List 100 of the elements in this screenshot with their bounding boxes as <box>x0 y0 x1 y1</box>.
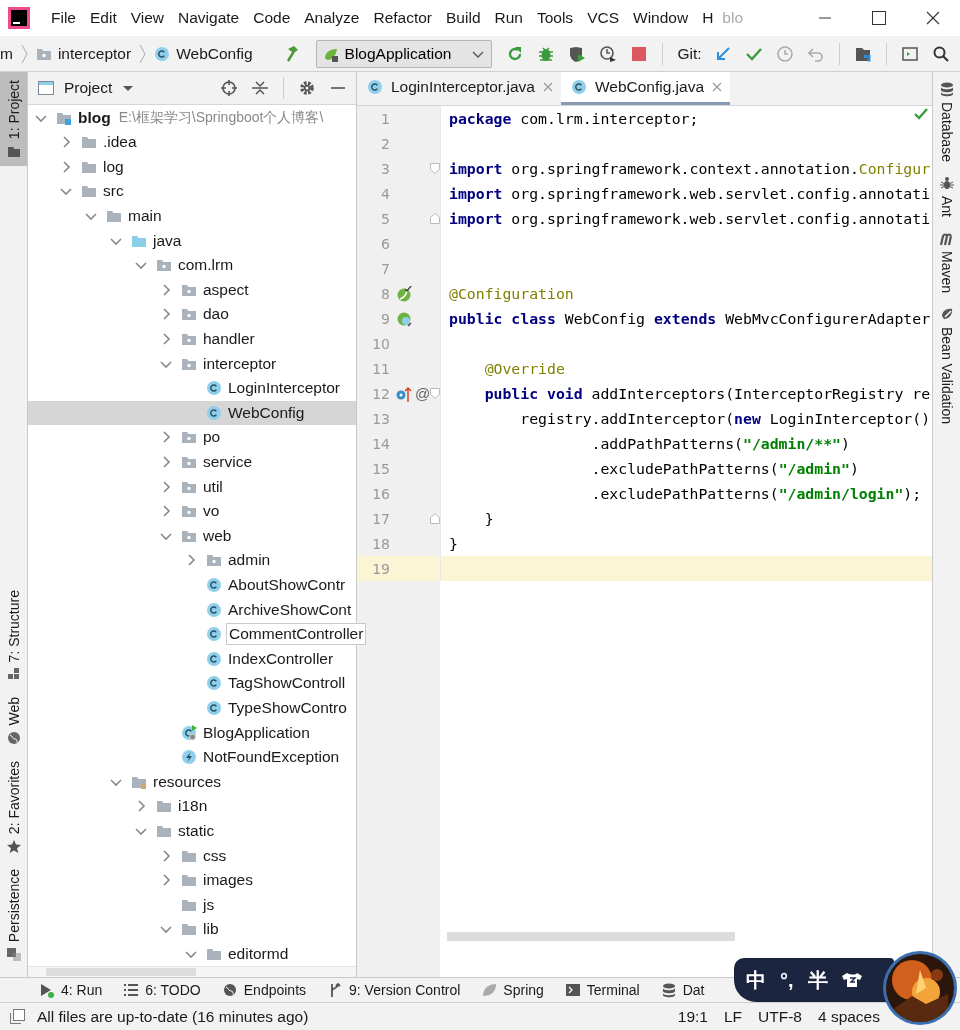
tool-window-button[interactable]: 6: TODO <box>124 982 201 998</box>
tree-item[interactable]: NotFoundException <box>28 744 356 770</box>
tree-item[interactable]: lib <box>28 917 356 942</box>
menu-item[interactable]: Run <box>487 9 530 27</box>
status-item[interactable]: LF <box>723 1007 743 1026</box>
square-icon[interactable] <box>10 1009 25 1024</box>
run-config-dropdown[interactable]: BlogApplication <box>315 39 492 68</box>
breadcrumb[interactable]: interceptor <box>29 44 138 63</box>
tree-item[interactable]: TypeShowContro <box>28 695 356 721</box>
fold-marker-icon[interactable] <box>430 213 440 224</box>
close-icon[interactable] <box>542 82 553 92</box>
hammer-icon[interactable] <box>284 44 301 63</box>
ime-button[interactable]: 中 <box>746 966 766 994</box>
ime-button[interactable]: °, <box>780 968 794 992</box>
close-icon[interactable] <box>712 82 723 92</box>
menu-item[interactable]: Analyze <box>297 9 367 27</box>
tree-item[interactable]: AboutShowContr <box>28 572 356 598</box>
folder-icon[interactable] <box>854 45 871 62</box>
scrollbar-thumb[interactable] <box>447 932 735 941</box>
tree-item[interactable]: js <box>28 892 356 917</box>
tool-window-tab[interactable]: Persistence <box>0 860 27 969</box>
status-item[interactable]: UTF-8 <box>758 1007 802 1026</box>
tree-item[interactable]: log <box>28 154 356 180</box>
status-item[interactable]: 4 spaces <box>817 1007 880 1026</box>
status-item[interactable]: 19:1 <box>677 1007 708 1026</box>
menu-item[interactable]: VCS <box>580 9 626 27</box>
tree-item[interactable]: resources <box>28 769 356 795</box>
tree-item[interactable]: static <box>28 818 356 844</box>
tree-item[interactable]: aspect <box>28 277 356 303</box>
tree-item[interactable]: java <box>28 228 356 253</box>
tree-item[interactable]: dao <box>28 302 356 327</box>
collapse-icon[interactable] <box>252 80 268 97</box>
tree-item[interactable]: BlogApplication <box>28 720 356 745</box>
tree-item[interactable]: images <box>28 867 356 893</box>
menu-item[interactable]: H <box>695 9 721 27</box>
tool-window-tab[interactable]: Web <box>0 689 27 753</box>
shirt-icon[interactable] <box>841 972 862 988</box>
menu-item[interactable]: Edit <box>83 9 124 27</box>
editor-tab[interactable]: LoginInterceptor.java <box>357 72 561 105</box>
tool-window-tab[interactable]: Database <box>938 82 955 162</box>
menu-item[interactable]: Navigate <box>171 9 247 27</box>
fold-marker-icon[interactable] <box>430 163 440 174</box>
breadcrumb[interactable]: m <box>0 44 19 63</box>
tree-item[interactable]: po <box>28 425 356 450</box>
tool-window-button[interactable]: Terminal <box>565 982 640 998</box>
fold-marker-icon[interactable] <box>430 388 440 399</box>
tree-item[interactable]: service <box>28 449 356 475</box>
tree-item[interactable]: blog E:\框架学习\Springboot个人博客\ <box>28 105 356 130</box>
menu-item[interactable]: Code <box>246 9 298 27</box>
menu-item[interactable]: Build <box>439 9 488 27</box>
rerun-icon[interactable] <box>506 45 523 62</box>
menu-item[interactable]: View <box>123 9 172 27</box>
tool-window-button[interactable]: Dat <box>661 982 705 998</box>
tree-item[interactable]: TagShowControll <box>28 671 356 696</box>
tree-item[interactable]: main <box>28 203 356 229</box>
arrow-icon[interactable] <box>714 45 731 62</box>
stop-icon[interactable] <box>630 45 647 62</box>
settings-icon[interactable] <box>299 80 315 97</box>
tool-window-button[interactable]: Spring <box>482 982 544 998</box>
tool-window-button[interactable]: 9: Version Control <box>328 982 461 998</box>
menu-item[interactable]: Window <box>626 9 696 27</box>
tree-item[interactable]: interceptor <box>28 351 356 376</box>
clock-icon[interactable] <box>599 45 616 62</box>
view-selector[interactable]: Project <box>38 79 135 98</box>
crosshair-icon[interactable] <box>221 80 237 97</box>
undo-icon[interactable] <box>807 45 824 62</box>
scrollbar-thumb[interactable] <box>46 968 196 977</box>
tool-window-button[interactable]: 4: Run <box>40 982 103 998</box>
tree-item[interactable]: admin <box>28 548 356 573</box>
shield-icon[interactable] <box>568 45 585 62</box>
tree-item[interactable]: editormd <box>28 941 356 967</box>
tool-window-tab[interactable]: 1: Project <box>0 72 27 167</box>
tool-window-tab[interactable]: 7: Structure <box>0 581 27 690</box>
bean-icon[interactable] <box>396 285 412 302</box>
tool-window-button[interactable]: Endpoints <box>222 982 307 998</box>
fold-marker-icon[interactable] <box>430 513 440 524</box>
breadcrumb[interactable]: WebConfig <box>148 44 259 63</box>
menu-item[interactable]: File <box>44 9 83 27</box>
tree-item[interactable]: IndexController <box>28 646 356 672</box>
tree-item[interactable]: css <box>28 843 356 868</box>
tree-item[interactable]: com.lrm <box>28 252 356 278</box>
menu-item[interactable]: Refactor <box>366 9 440 27</box>
gutter-symbol[interactable]: @ <box>415 385 431 402</box>
tree-item[interactable]: handler <box>28 326 356 352</box>
tree-item[interactable]: src <box>28 179 356 204</box>
tree-item[interactable]: web <box>28 523 356 549</box>
menu-item[interactable]: Tools <box>529 9 581 27</box>
tool-window-tab[interactable]: Ant <box>938 175 955 217</box>
tool-window-tab[interactable]: 2: Favorites <box>0 752 27 861</box>
tree-item[interactable]: LoginInterceptor <box>28 375 356 401</box>
search-icon[interactable] <box>932 45 949 62</box>
tool-window-tab[interactable]: Maven <box>938 230 955 293</box>
override-icon[interactable] <box>396 385 412 402</box>
bug-icon[interactable] <box>537 45 554 62</box>
tree-item[interactable]: .idea <box>28 130 356 155</box>
window-icon[interactable] <box>901 45 918 62</box>
editor-tab[interactable]: WebConfig.java <box>560 72 731 105</box>
ime-button[interactable]: 半 <box>807 966 828 994</box>
tree-item[interactable]: CommentController <box>28 621 367 647</box>
tool-window-tab[interactable]: Bean Validation <box>938 307 955 425</box>
